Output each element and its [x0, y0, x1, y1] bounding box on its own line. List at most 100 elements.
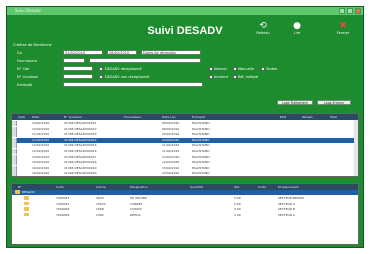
exit-button[interactable]: ✖ Fermer: [329, 21, 357, 35]
row-selector[interactable]: [12, 126, 17, 132]
table-row[interactable]: 10/02/2010 21306 DESADV00012 08/02/2010 PAL…: [12, 126, 358, 132]
table-cell: 16/02/2010: [32, 165, 50, 170]
table-cell: PALUSTAND: [192, 154, 210, 159]
row-selector[interactable]: [12, 160, 17, 166]
maximize-button[interactable]: [347, 8, 353, 14]
row-selector[interactable]: [12, 121, 17, 126]
warehouse-field[interactable]: [63, 82, 203, 87]
table-cell: 11/02/2010: [32, 132, 50, 137]
table-cell: 12/02/2010: [32, 143, 50, 148]
table-row[interactable]: 11/02/2010 21306 DESADV00014 10/02/2010 PAL…: [12, 137, 358, 143]
delivery-number-field[interactable]: [63, 74, 93, 79]
refresh-button[interactable]: ⟲ Refresh: [249, 21, 277, 35]
row-selector[interactable]: [12, 171, 17, 176]
supplier-code-field[interactable]: [63, 58, 85, 63]
supplier-name-field[interactable]: [89, 58, 201, 63]
table-cell: 21306 DESADV00013: [64, 132, 97, 137]
table-cell: 4023: [96, 196, 104, 200]
table-cell: 21306 DESADV00015: [64, 143, 97, 148]
table-cell: 21306 DESADV00017: [64, 154, 97, 159]
table-cell: 7000023: [56, 196, 70, 200]
date-from-field[interactable]: 01/02/2010: [63, 50, 103, 55]
table-cell: 08/02/2010: [162, 126, 180, 131]
table-cell: PALUSTAND: [192, 121, 210, 125]
table-cell: 08/02/2010: [162, 121, 180, 125]
table-cell: SECTEUR A: [278, 201, 295, 206]
main-window: Suivi Desadv Suivi DESADV ⟲ Refresh ● Li…: [6, 6, 364, 248]
table-row[interactable]: 12/02/2010 21306 DESADV00016 11/02/2010 PAL…: [12, 149, 358, 154]
search-criteria: Critères de Recherche Du 01/02/2010 28/0…: [11, 43, 361, 113]
minimize-button[interactable]: [339, 8, 345, 14]
logs-processing-button[interactable]: Logs Traitement: [277, 100, 313, 105]
detail-group-row[interactable]: DESADV: [12, 190, 358, 195]
table-cell: 7000028: [56, 212, 70, 217]
table-cell: 10/02/2010: [162, 137, 180, 142]
checkbox-received[interactable]: [99, 66, 103, 71]
print-icon: ●: [293, 21, 301, 31]
option-incident[interactable]: [209, 74, 213, 79]
date-to-field[interactable]: 28/02/2010: [107, 50, 137, 55]
order-number-field[interactable]: [63, 66, 93, 71]
checkbox-not-received[interactable]: [99, 74, 103, 79]
criteria-group-label: Critères de Recherche: [13, 43, 52, 47]
row-selector[interactable]: [12, 143, 17, 149]
list-item[interactable]: 7000023 4023 PR 300 MM 2.00 SECTEUR BRUNO: [12, 196, 358, 201]
du-label: Du: [17, 51, 22, 55]
option-manual[interactable]: [233, 66, 237, 71]
col-header[interactable]: Récept.: [302, 114, 313, 120]
option-integrated[interactable]: [233, 74, 237, 79]
grid-scrollbar[interactable]: [354, 120, 358, 176]
row-selector[interactable]: [12, 154, 17, 160]
col-header[interactable]: Fournisseur: [124, 114, 141, 120]
print-button[interactable]: ● Lire: [283, 21, 311, 35]
folder-icon: [15, 190, 20, 194]
table-cell: SECTEUR BRUNO: [278, 196, 304, 200]
row-selector[interactable]: [12, 165, 17, 171]
close-window-button[interactable]: [355, 8, 361, 14]
logs-errors-button[interactable]: Logs Erreurs: [317, 100, 351, 105]
col-header[interactable]: Entrepôt: [192, 114, 205, 120]
col-header[interactable]: Cpte: [18, 114, 25, 120]
option-normal-label: Normal: [214, 67, 227, 71]
col-header[interactable]: Total: [330, 114, 337, 120]
delivery-number-label: N° Livraison: [17, 75, 39, 79]
table-row[interactable]: 10/02/2010 21306 DESADV00011 08/02/2010 PAL…: [12, 121, 358, 126]
table-row[interactable]: 11/02/2010 21306 DESADV00013 10/02/2010 PAL…: [12, 132, 358, 138]
exit-label: Fermer: [336, 31, 350, 35]
table-cell: PALUSTAND: [192, 160, 210, 165]
option-normal[interactable]: [209, 66, 213, 71]
exit-icon: ✖: [339, 21, 347, 31]
table-cell: PR 300 MM: [130, 196, 147, 200]
col-header[interactable]: Date Livr.: [162, 114, 176, 120]
row-selector[interactable]: [12, 132, 17, 138]
table-row[interactable]: 15/02/2010 21306 DESADV00018 12/02/2010 PAL…: [12, 160, 358, 166]
col-header[interactable]: Etat: [280, 114, 286, 120]
table-cell: 2.00: [234, 196, 241, 200]
list-item[interactable]: 7000026 1568 COTAMI 3.00 SECTEUR B: [12, 207, 358, 212]
table-row[interactable]: 12/02/2010 21306 DESADV00015 11/02/2010 PAL…: [12, 143, 358, 149]
table-cell: 1.00: [234, 212, 241, 217]
list-item[interactable]: 7000025 1567S CORRES 5.00 SECTEUR A: [12, 201, 358, 207]
row-selector[interactable]: [12, 137, 17, 143]
table-cell: 15/02/2010: [32, 154, 50, 159]
row-selector[interactable]: [12, 149, 17, 154]
table-row[interactable]: 16/02/2010 21306 DESADV00019 15/02/2010 PAL…: [12, 165, 358, 171]
table-cell: COTAMI: [130, 207, 142, 211]
print-label: Lire: [293, 31, 301, 35]
table-cell: PALUSTAND: [192, 171, 210, 176]
table-cell: 7000026: [56, 207, 70, 211]
list-item[interactable]: 7000028 1302 DEPLIA 1.00 SECTEUR A: [12, 212, 358, 218]
col-header[interactable]: N° Livraison: [64, 114, 82, 120]
table-cell: 10/02/2010: [32, 121, 50, 125]
folder-icon: [24, 212, 29, 216]
table-row[interactable]: 16/02/2010 21306 DESADV00020 15/02/2010 PAL…: [12, 171, 358, 176]
col-header[interactable]: Date: [32, 114, 39, 120]
option-all[interactable]: [261, 66, 265, 71]
table-row[interactable]: 15/02/2010 21306 DESADV00017 12/02/2010 PAL…: [12, 154, 358, 160]
checkbox-not-received-label: DESADV non receptionné: [105, 75, 150, 79]
order-number-label: N° Cde: [17, 67, 30, 71]
table-cell: 10/02/2010: [162, 132, 180, 137]
date-type-select[interactable]: Dates de réception: [141, 50, 201, 55]
refresh-label: Refresh: [256, 31, 270, 35]
table-cell: 11/02/2010: [162, 143, 180, 148]
